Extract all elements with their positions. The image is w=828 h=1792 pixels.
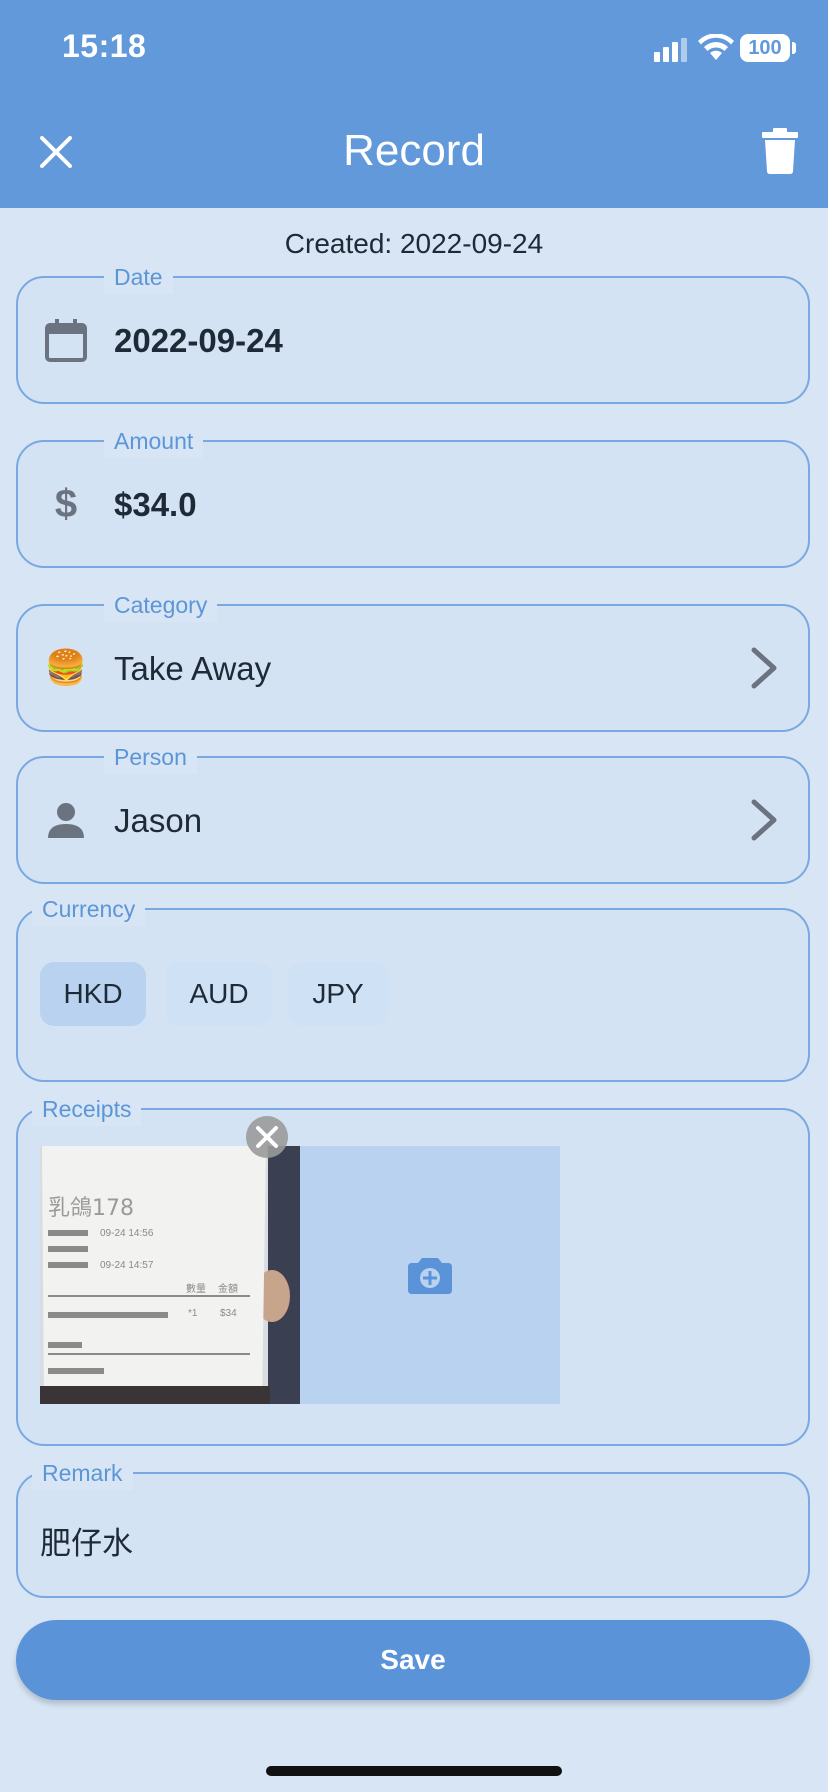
- person-icon: [42, 796, 90, 844]
- add-photo-icon: [408, 1258, 452, 1294]
- receipts-label: Receipts: [32, 1092, 142, 1126]
- date-label: Date: [104, 260, 173, 294]
- wifi-icon: [698, 34, 734, 60]
- receipts-field: Receipts 乳鴿178 09-24 14:56 09-24 14:57 數…: [16, 1092, 810, 1446]
- add-receipt-button[interactable]: [300, 1146, 560, 1404]
- receipt-col-amt: 金額: [218, 1284, 238, 1295]
- created-date-label: Created: 2022-09-24: [284, 228, 544, 259]
- category-value: Take Away: [114, 650, 272, 687]
- person-value: Jason: [114, 802, 203, 839]
- receipt-shop-text: 乳鴿178: [48, 1196, 134, 1221]
- receipt-photo[interactable]: 乳鴿178 09-24 14:56 09-24 14:57 數量 金額 *1 $…: [40, 1146, 300, 1404]
- status-time: 15:18: [62, 28, 147, 64]
- receipt-amt: $34: [220, 1308, 237, 1319]
- receipt-photo-art: [40, 1146, 300, 1404]
- person-field[interactable]: Person Jason: [16, 740, 810, 884]
- chevron-right-icon: [751, 647, 777, 689]
- amount-value: $34.0: [114, 486, 197, 523]
- receipt-qty: *1: [188, 1308, 198, 1319]
- currency-chip-hkd[interactable]: HKD: [40, 962, 146, 1026]
- save-button[interactable]: Save: [16, 1620, 810, 1700]
- receipt-time-2: 09-24 14:57: [100, 1260, 154, 1271]
- currency-chip-jpy[interactable]: JPY: [288, 962, 388, 1026]
- receipt-time-1: 09-24 14:56: [100, 1228, 154, 1239]
- home-indicator: [266, 1766, 562, 1776]
- chevron-right-icon: [751, 799, 777, 841]
- category-label: Category: [104, 588, 218, 622]
- dollar-icon: $: [54, 481, 78, 526]
- remark-value: 肥仔水: [40, 1526, 133, 1561]
- remove-receipt-icon[interactable]: [246, 1116, 288, 1158]
- status-bar: 15:18 100: [0, 0, 828, 96]
- page-title: Record: [343, 126, 485, 175]
- remark-field[interactable]: Remark 肥仔水: [16, 1456, 810, 1598]
- amount-label: Amount: [104, 424, 204, 458]
- app-bar: Record: [0, 96, 828, 208]
- remark-label: Remark: [32, 1456, 133, 1490]
- battery-tip: [792, 42, 796, 54]
- receipt-col-qty: 數量: [186, 1284, 206, 1295]
- amount-field[interactable]: Amount $ $34.0: [16, 424, 810, 568]
- battery-indicator: 100: [740, 34, 790, 62]
- burger-icon: 🍔: [44, 649, 88, 687]
- calendar-icon: [42, 316, 90, 364]
- date-field[interactable]: Date 2022-09-24: [16, 260, 810, 404]
- trash-icon[interactable]: [760, 128, 800, 174]
- date-value: 2022-09-24: [114, 322, 283, 359]
- currency-field: Currency HKD AUD JPY: [16, 892, 810, 1082]
- person-label: Person: [104, 740, 197, 774]
- cellular-signal-icon: [654, 38, 687, 62]
- currency-chip-aud[interactable]: AUD: [166, 962, 272, 1026]
- currency-label: Currency: [32, 892, 146, 926]
- category-field[interactable]: Category 🍔 Take Away: [16, 588, 810, 732]
